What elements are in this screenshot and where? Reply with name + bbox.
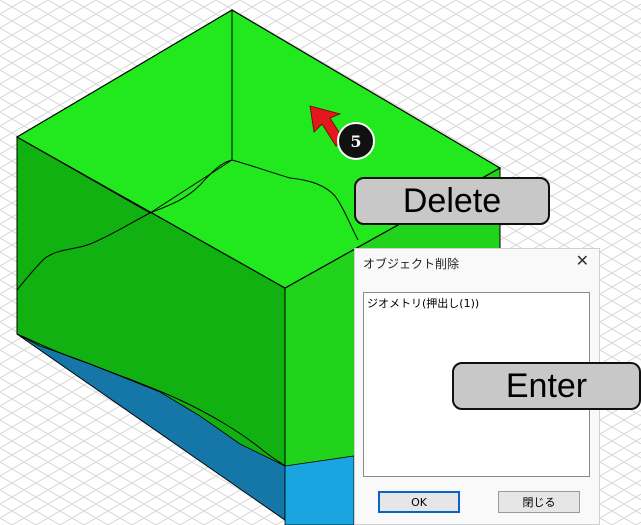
- close-icon[interactable]: ✕: [576, 251, 589, 270]
- dialog-title: オブジェクト削除: [363, 257, 460, 271]
- water-layer-right: [284, 455, 355, 525]
- delete-key-callout: Delete: [354, 177, 550, 225]
- close-button[interactable]: 閉じる: [498, 491, 580, 513]
- step-number-text: 5: [350, 132, 361, 151]
- ok-button[interactable]: OK: [378, 491, 460, 513]
- list-item[interactable]: ジオメトリ(押出し(1)): [367, 295, 479, 311]
- delete-key-label: Delete: [402, 182, 502, 220]
- enter-key-label: Enter: [505, 367, 588, 405]
- enter-key-callout: Enter: [452, 362, 641, 410]
